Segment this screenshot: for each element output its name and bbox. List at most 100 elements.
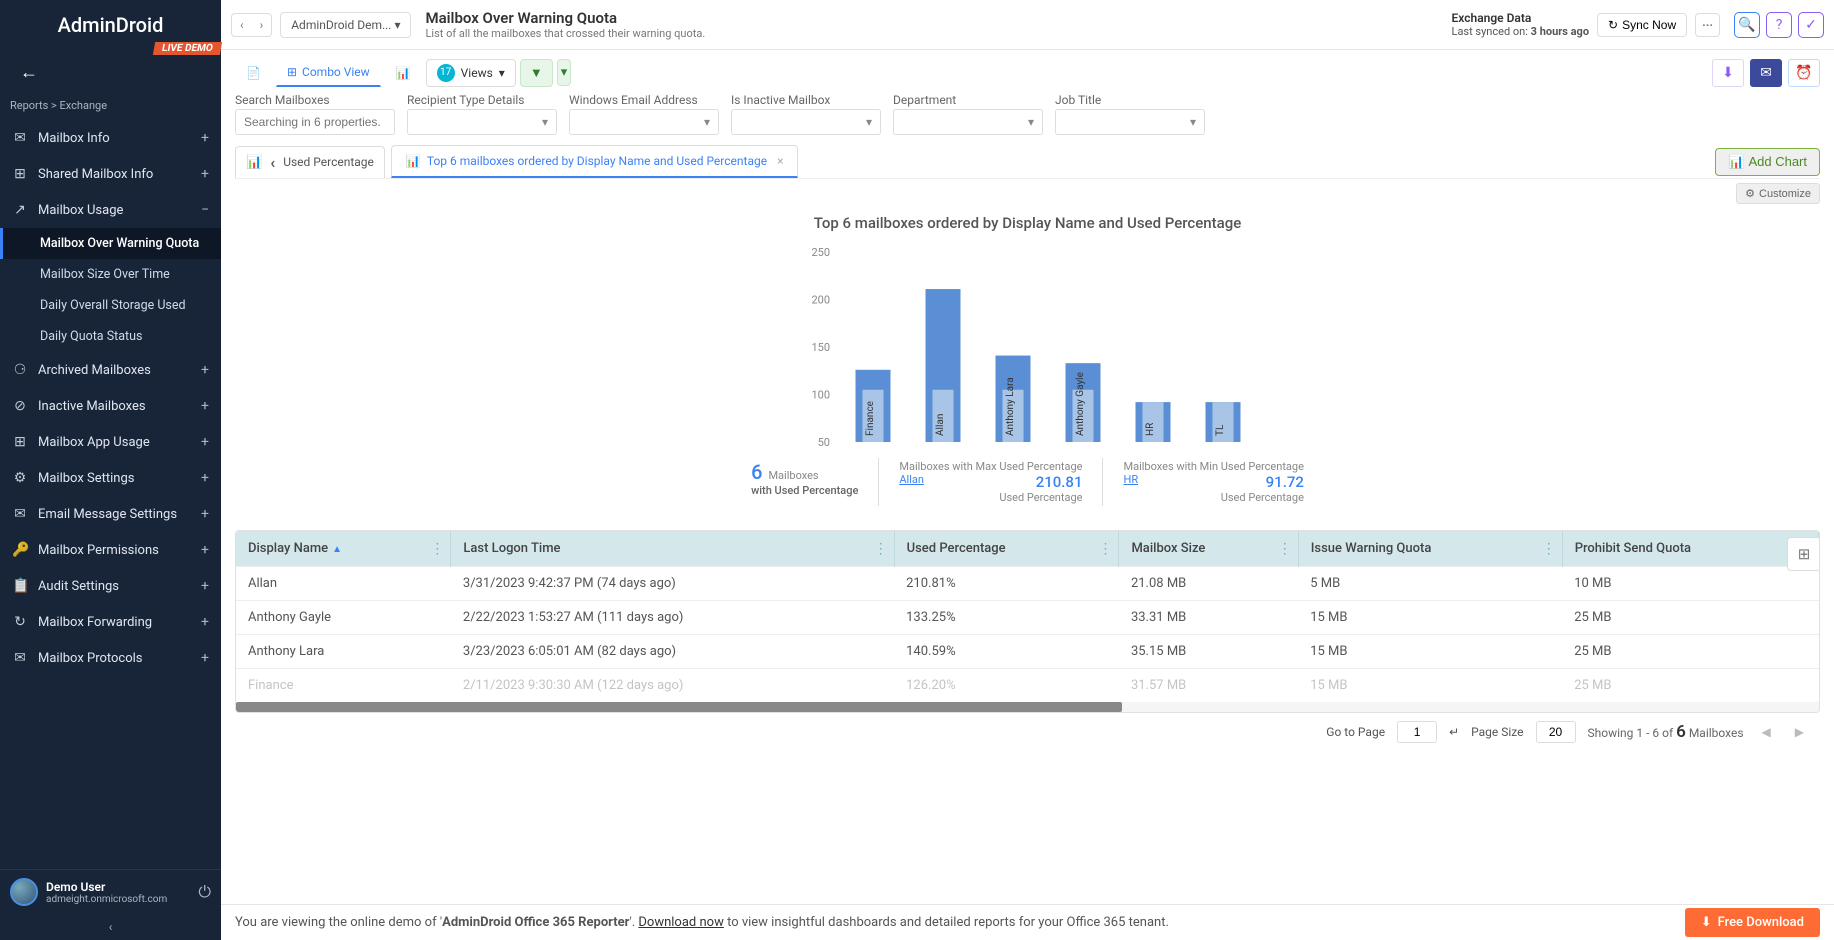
prev-page[interactable]: ◀ [1756, 723, 1777, 741]
customize-button[interactable]: ⚙Customize [1736, 183, 1820, 204]
content-area: 📊 ‹ Used Percentage 📊 Top 6 mailboxes or… [221, 145, 1834, 904]
chart-title: Top 6 mailboxes ordered by Display Name … [265, 214, 1790, 232]
expand-icon[interactable]: + [201, 398, 209, 414]
svg-text:Anthony Lara: Anthony Lara [1005, 377, 1016, 436]
expand-icon[interactable]: + [201, 166, 209, 182]
expand-icon[interactable]: − [201, 202, 209, 218]
filter-recipient-type[interactable]: ▾ [407, 109, 557, 135]
col-menu-icon[interactable]: ⋮ [1278, 541, 1292, 557]
col-menu-icon[interactable]: ⋮ [430, 541, 444, 557]
more-button[interactable]: ··· [1695, 13, 1720, 37]
table-row[interactable]: Anthony Lara3/23/2023 6:05:01 AM (82 day… [236, 635, 1819, 669]
col-menu-icon[interactable]: ⋮ [1098, 541, 1112, 557]
table-row[interactable]: Allan3/31/2023 9:42:37 PM (74 days ago)2… [236, 567, 1819, 601]
filter-email-address[interactable]: ▾ [569, 109, 719, 135]
sidebar-sub-3[interactable]: Daily Quota Status [0, 321, 221, 352]
goto-page-input[interactable] [1397, 721, 1437, 743]
back-button[interactable]: ← [0, 50, 221, 95]
sidebar-sub-2[interactable]: Daily Overall Storage Used [0, 290, 221, 321]
horizontal-scrollbar[interactable] [236, 702, 1819, 712]
col-header[interactable]: Issue Warning Quota⋮ [1298, 531, 1562, 567]
sync-now-button[interactable]: ↻Sync Now [1597, 13, 1687, 37]
download-icon[interactable]: ⬇ [1712, 59, 1744, 87]
refresh-icon: ↻ [1608, 18, 1618, 32]
add-chart-button[interactable]: 📊Add Chart [1715, 148, 1820, 176]
sidebar-item-5[interactable]: ⊞Mailbox App Usage+ [0, 424, 221, 460]
filter-button[interactable]: ▼ [520, 59, 553, 87]
sidebar-item-9[interactable]: 📋Audit Settings+ [0, 568, 221, 604]
expand-icon[interactable]: + [201, 650, 209, 666]
sidebar-sub-0[interactable]: Mailbox Over Warning Quota [0, 228, 221, 259]
filter-job-title[interactable]: ▾ [1055, 109, 1205, 135]
chart-side-label[interactable]: Used Percentage [283, 155, 374, 169]
email-icon[interactable]: ✉ [1750, 59, 1782, 87]
expand-icon[interactable]: + [201, 130, 209, 146]
prev-chart-icon[interactable]: ‹ [270, 153, 275, 172]
filter-inactive[interactable]: ▾ [731, 109, 881, 135]
collapse-sidebar[interactable]: ‹ [0, 914, 221, 940]
expand-icon[interactable]: + [201, 362, 209, 378]
free-download-button[interactable]: ⬇Free Download [1685, 908, 1820, 937]
goto-submit-icon[interactable]: ↵ [1449, 725, 1459, 739]
sidebar-item-3[interactable]: ⚆Archived Mailboxes+ [0, 352, 221, 388]
close-tab-icon[interactable]: × [777, 154, 783, 168]
column-config-icon[interactable]: ⊞ [1787, 537, 1820, 571]
power-icon[interactable]: ⏻ [198, 882, 211, 902]
col-header[interactable]: Display Name▲⋮ [236, 531, 451, 567]
sidebar-item-10[interactable]: ↻Mailbox Forwarding+ [0, 604, 221, 640]
chevron-down-icon: ▾ [499, 66, 505, 80]
chart-tab-active[interactable]: 📊 Top 6 mailboxes ordered by Display Nam… [391, 145, 799, 178]
sidebar-item-0[interactable]: ✉Mailbox Info+ [0, 120, 221, 156]
next-page[interactable]: ▶ [1789, 723, 1810, 741]
col-header[interactable]: Mailbox Size⋮ [1119, 531, 1298, 567]
export-icon[interactable]: 📄 [235, 59, 272, 87]
help-icon[interactable]: ? [1766, 12, 1792, 38]
gear-icon: ⚙ [1745, 187, 1755, 200]
chart-icon[interactable]: 📊 [246, 155, 262, 170]
sidebar-user[interactable]: Demo User admeight.onmicrosoft.com ⏻ [0, 869, 221, 914]
filter-department[interactable]: ▾ [893, 109, 1043, 135]
table-row[interactable]: Finance2/11/2023 9:30:30 AM (122 days ag… [236, 669, 1819, 703]
history-back[interactable]: ‹ [232, 14, 252, 36]
col-header[interactable]: Prohibit Send Quota⋮ [1562, 531, 1818, 567]
expand-icon[interactable]: + [201, 542, 209, 558]
history-forward[interactable]: › [252, 14, 272, 36]
expand-icon[interactable]: + [201, 614, 209, 630]
svg-text:200: 200 [811, 294, 830, 307]
sidebar-item-8[interactable]: 🔑Mailbox Permissions+ [0, 532, 221, 568]
col-menu-icon[interactable]: ⋮ [1542, 541, 1556, 557]
views-button[interactable]: 17 Views ▾ [426, 59, 516, 87]
col-menu-icon[interactable]: ⋮ [874, 541, 888, 557]
expand-icon[interactable]: + [201, 470, 209, 486]
expand-icon[interactable]: + [201, 434, 209, 450]
col-header[interactable]: Used Percentage⋮ [894, 531, 1119, 567]
max-link[interactable]: Allan [899, 473, 924, 504]
expand-icon[interactable]: + [201, 506, 209, 522]
col-header[interactable]: Last Logon Time⋮ [451, 531, 894, 567]
sync-title: Exchange Data [1452, 11, 1590, 25]
min-link[interactable]: HR [1123, 473, 1138, 504]
sidebar-item-4[interactable]: ⊘Inactive Mailboxes+ [0, 388, 221, 424]
expand-icon[interactable]: + [201, 578, 209, 594]
sidebar-item-6[interactable]: ⚙Mailbox Settings+ [0, 460, 221, 496]
sidebar-item-1[interactable]: ⊞Shared Mailbox Info+ [0, 156, 221, 192]
page-size-input[interactable] [1536, 721, 1576, 743]
views-count-badge: 17 [437, 64, 455, 82]
schedule-icon[interactable]: ⏰ [1788, 59, 1820, 87]
filter-dropdown[interactable]: ▾ [557, 59, 572, 86]
chart-only-icon[interactable]: 📊 [385, 59, 422, 87]
sidebar-item-11[interactable]: ✉Mailbox Protocols+ [0, 640, 221, 676]
report-selector-label: AdminDroid Dem... [291, 18, 391, 32]
nav-icon: 📋 [12, 578, 28, 594]
sidebar-sub-1[interactable]: Mailbox Size Over Time [0, 259, 221, 290]
combo-view-button[interactable]: ⊞Combo View [276, 58, 381, 87]
sidebar-item-7[interactable]: ✉Email Message Settings+ [0, 496, 221, 532]
sidebar-item-2[interactable]: ↗Mailbox Usage− [0, 192, 221, 228]
check-icon[interactable]: ✓ [1798, 12, 1824, 38]
table-row[interactable]: Anthony Gayle2/22/2023 1:53:27 AM (111 d… [236, 601, 1819, 635]
report-selector[interactable]: AdminDroid Dem... ▾ [280, 12, 411, 38]
nav-icon: ↻ [12, 614, 28, 630]
download-link[interactable]: Download now [638, 915, 723, 930]
search-icon[interactable]: 🔍 [1734, 12, 1760, 38]
search-input[interactable] [235, 109, 395, 135]
